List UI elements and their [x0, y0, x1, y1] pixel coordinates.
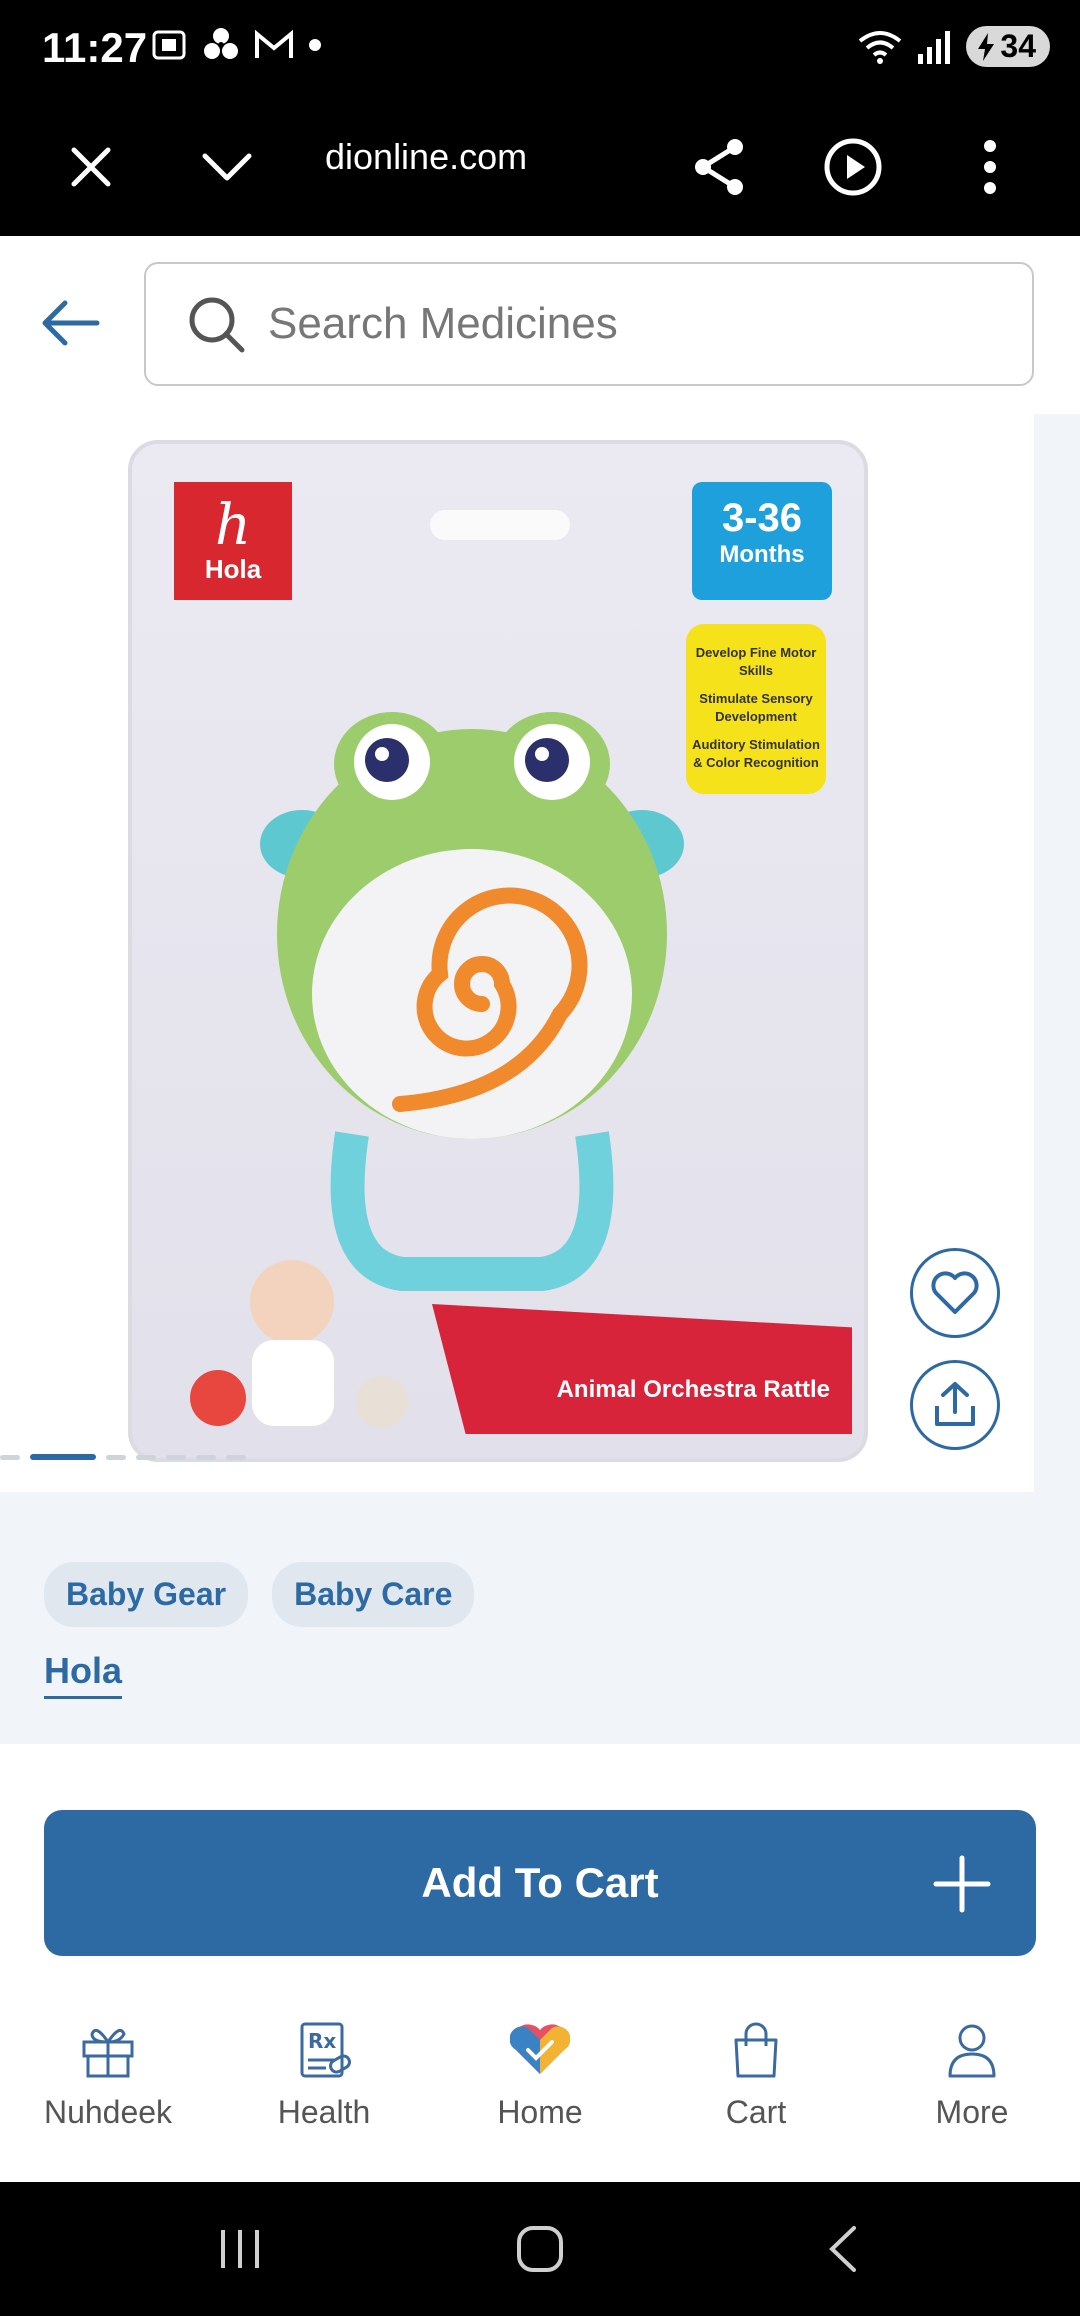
bottom-navigation: Nuhdeek Rx Health Home Cart More	[0, 1990, 1080, 2182]
recents-button[interactable]	[200, 2216, 280, 2282]
home-button[interactable]	[500, 2216, 580, 2282]
status-right-icons: 34	[858, 26, 1050, 67]
dot-icon	[309, 39, 321, 51]
feature-1: Develop Fine Motor Skills	[695, 645, 817, 678]
battery-indicator: 34	[966, 26, 1050, 67]
back-chevron-icon	[829, 2226, 856, 2272]
close-tab-button[interactable]	[56, 132, 126, 202]
add-to-cart-button[interactable]: Add To Cart	[44, 1810, 1036, 1956]
app-header	[0, 236, 1080, 414]
nav-label: Health	[277, 2094, 371, 2130]
age-badge: 3-36 Months	[692, 482, 832, 600]
baby-photo	[190, 1260, 408, 1428]
upload-share-icon	[935, 1382, 975, 1426]
url-text[interactable]: dionline.com	[325, 136, 527, 178]
product-image-carousel[interactable]: h Hola 3-36 Months Develop Fine Motor Sk…	[0, 414, 1034, 1492]
carousel-dot	[196, 1454, 216, 1460]
status-time: 11:27	[42, 24, 148, 71]
category-chip-baby-care[interactable]: Baby Care	[272, 1562, 475, 1627]
play-icon	[824, 138, 882, 196]
share-icon	[695, 139, 743, 195]
carousel-dot-active	[30, 1454, 96, 1460]
back-button[interactable]	[36, 288, 106, 358]
gmail-icon	[255, 29, 293, 58]
age-range: 3-36	[721, 496, 803, 540]
shopping-bag-icon	[734, 2022, 778, 2078]
search-input[interactable]	[268, 299, 968, 349]
product-image: h Hola 3-36 Months Develop Fine Motor Sk…	[128, 440, 868, 1462]
share-product-button[interactable]	[910, 1360, 1000, 1450]
recents-icon	[221, 2230, 259, 2268]
nav-label: Cart	[725, 2094, 787, 2130]
signal-icon	[918, 30, 951, 64]
carousel-dot	[226, 1454, 246, 1460]
charging-bolt-icon	[978, 32, 995, 61]
screenshot-icon	[152, 30, 186, 60]
carousel-dot	[106, 1454, 126, 1460]
brand-logo-text: Hola	[204, 553, 262, 584]
feature-3: Auditory Stimulation & Color Recognition	[692, 737, 820, 770]
home-heart-icon	[510, 2024, 570, 2074]
close-icon	[71, 147, 111, 187]
nav-item-home[interactable]: Home	[432, 1990, 648, 2182]
brand-logo-mark: h	[214, 492, 252, 558]
minimize-button[interactable]	[192, 132, 262, 202]
search-bar[interactable]	[144, 262, 1034, 386]
add-to-cart-label: Add To Cart	[421, 1859, 659, 1906]
nav-item-health[interactable]: Rx Health	[216, 1990, 432, 2182]
more-options-button[interactable]	[955, 132, 1025, 202]
user-icon	[948, 2024, 996, 2078]
battery-level: 34	[1000, 28, 1036, 64]
carousel-dot	[136, 1454, 156, 1460]
brand-logo: h Hola	[174, 482, 292, 600]
fan-icon	[204, 28, 238, 59]
prescription-icon: Rx	[300, 2022, 351, 2078]
nav-label: Nuhdeek	[43, 2094, 173, 2130]
category-chip-baby-gear[interactable]: Baby Gear	[44, 1562, 249, 1627]
more-vertical-icon	[984, 140, 996, 194]
nav-label: Home	[497, 2094, 583, 2130]
status-bar: 11:27 34	[0, 0, 1080, 96]
nav-item-nuhdeek[interactable]: Nuhdeek	[0, 1990, 216, 2182]
product-name-banner: Animal Orchestra Rattle	[432, 1304, 852, 1434]
product-section: h Hola 3-36 Months Develop Fine Motor Sk…	[0, 414, 1080, 1744]
home-circle-icon	[517, 2226, 563, 2272]
browser-toolbar: dionline.com	[0, 96, 1080, 236]
plus-icon	[933, 1855, 991, 1913]
system-navigation-bar	[0, 2182, 1080, 2316]
svg-text:Rx: Rx	[308, 2029, 336, 2053]
wishlist-button[interactable]	[910, 1248, 1000, 1338]
share-button[interactable]	[684, 132, 754, 202]
nav-label: More	[935, 2094, 1009, 2130]
feature-2: Stimulate Sensory Development	[699, 691, 813, 724]
search-icon	[189, 297, 245, 353]
age-unit: Months	[719, 541, 805, 568]
arrow-left-icon	[42, 300, 100, 346]
gift-icon	[82, 2028, 134, 2078]
carousel-dot	[0, 1454, 20, 1460]
system-back-button[interactable]	[804, 2216, 884, 2282]
nav-item-cart[interactable]: Cart	[648, 1990, 864, 2182]
hang-hole	[430, 510, 570, 540]
status-left-icons	[150, 26, 322, 64]
chevron-down-icon	[202, 153, 252, 181]
category-chips: Baby Gear Baby Care	[44, 1562, 475, 1627]
wifi-icon	[859, 30, 902, 64]
nav-item-more[interactable]: More	[864, 1990, 1080, 2182]
feature-label: Develop Fine Motor Skills Stimulate Sens…	[686, 624, 826, 794]
carousel-indicator	[0, 1454, 246, 1460]
frog-rattle-illustration	[260, 712, 684, 1291]
heart-icon	[931, 1271, 979, 1314]
play-button[interactable]	[818, 132, 888, 202]
carousel-dot	[166, 1454, 186, 1460]
brand-link[interactable]: Hola	[44, 1650, 123, 1699]
